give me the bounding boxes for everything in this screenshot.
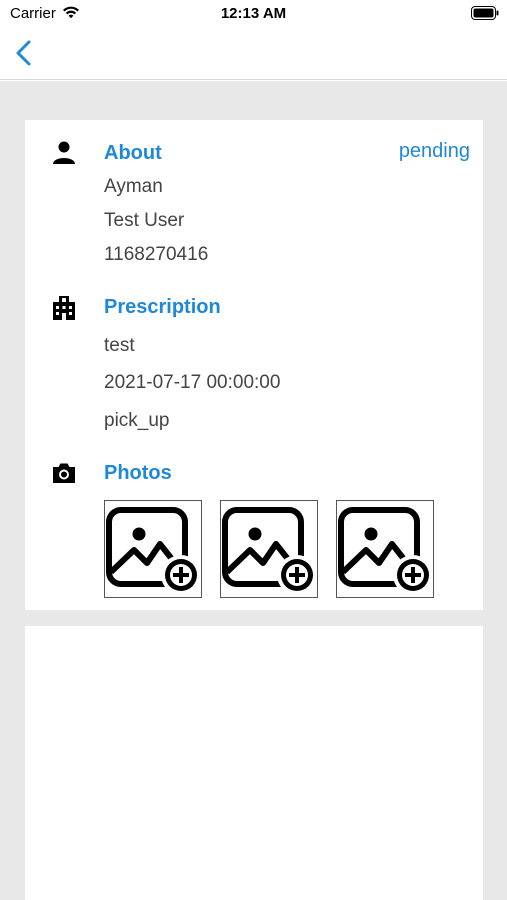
- chevron-left-icon: [16, 40, 31, 66]
- first-name: Ayman: [104, 176, 163, 197]
- add-photo-icon: [106, 507, 201, 595]
- building-icon: [53, 296, 75, 320]
- add-photo-slot-1[interactable]: [104, 500, 202, 598]
- navigation-bar: [0, 30, 507, 80]
- add-photo-icon: [222, 507, 317, 595]
- add-photo-slot-3[interactable]: [336, 500, 434, 598]
- full-name: Test User: [104, 210, 185, 231]
- phone-number: 1168270416: [104, 244, 209, 265]
- clock: 12:13 AM: [220, 5, 287, 22]
- person-icon: [53, 141, 75, 164]
- camera-icon: [53, 463, 75, 483]
- photos-title: Photos: [104, 462, 172, 484]
- back-button[interactable]: [10, 38, 40, 68]
- add-photo-slot-2[interactable]: [220, 500, 318, 598]
- secondary-card: [25, 626, 483, 900]
- battery-icon: [471, 6, 499, 20]
- prescription-title: Prescription: [104, 296, 221, 318]
- prescription-note: test: [104, 335, 135, 356]
- about-title: About: [104, 142, 162, 164]
- delivery-method: pick_up: [104, 410, 170, 431]
- status-badge: pending: [398, 140, 470, 162]
- prescription-date: 2021-07-17 00:00:00: [104, 372, 281, 393]
- request-details-card: About pending Ayman Test User 1168270416…: [25, 120, 483, 610]
- add-photo-icon: [338, 507, 433, 595]
- status-bar: Carrier 12:13 AM: [0, 0, 507, 30]
